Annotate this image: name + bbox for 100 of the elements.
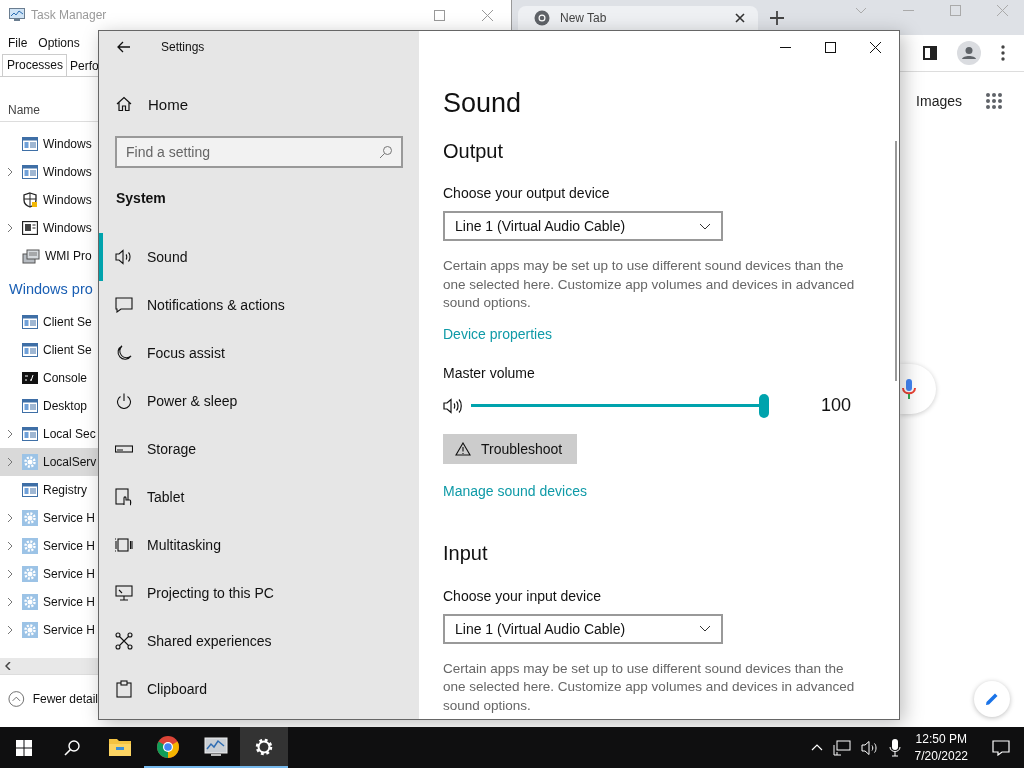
gear-icon (22, 622, 38, 638)
apps-grid-icon[interactable] (986, 93, 1002, 109)
process-row[interactable]: Client Se (0, 308, 98, 336)
volume-slider[interactable] (471, 393, 769, 418)
connections-icon (115, 632, 133, 650)
process-row[interactable]: Windows (0, 186, 98, 214)
multitasking-icon (115, 537, 133, 553)
chevron-icon[interactable] (7, 569, 13, 579)
process-row[interactable]: Service H (0, 504, 98, 532)
edit-button[interactable] (974, 681, 1010, 717)
process-row[interactable]: LocalServ (0, 448, 98, 476)
input-device-dropdown[interactable]: Line 1 (Virtual Audio Cable) (443, 613, 723, 644)
process-row[interactable]: Service H (0, 588, 98, 616)
taskbar-app[interactable] (240, 727, 288, 768)
nav-item[interactable]: Clipboard (99, 665, 419, 713)
time-text: 12:50 PM (915, 730, 967, 748)
process-row[interactable]: Service H (0, 560, 98, 588)
nav-item[interactable]: Sound (99, 233, 419, 281)
horizontal-scrollbar[interactable] (0, 658, 98, 674)
process-row[interactable]: Client Se (0, 336, 98, 364)
chevron-icon[interactable] (7, 541, 13, 551)
projector-icon (115, 585, 133, 601)
process-row[interactable]: Console (0, 364, 98, 392)
power-icon (115, 393, 133, 409)
nav-item[interactable]: Focus assist (99, 329, 419, 377)
process-row[interactable]: Windows (0, 214, 98, 242)
process-row[interactable]: Registry (0, 476, 98, 504)
process-row[interactable]: Service H (0, 616, 98, 644)
nav-item[interactable]: Storage (99, 425, 419, 473)
nav-item[interactable]: Notifications & actions (99, 281, 419, 329)
microphone-icon[interactable] (888, 738, 901, 757)
volume-icon[interactable] (860, 739, 879, 756)
home-link[interactable]: Home (99, 84, 419, 124)
gear-icon (22, 454, 38, 470)
notifications-icon[interactable] (992, 739, 1010, 756)
menu-item[interactable]: Options (38, 36, 80, 50)
nav-item[interactable]: Power & sleep (99, 377, 419, 425)
collapse-icon[interactable] (8, 690, 25, 708)
nav-item[interactable]: Multitasking (99, 521, 419, 569)
caret-up-icon[interactable] (810, 744, 823, 751)
chevron-icon[interactable] (7, 513, 13, 523)
app-window-icon (22, 315, 38, 329)
column-header[interactable]: Name (8, 103, 40, 117)
back-arrow-icon[interactable] (117, 41, 131, 53)
output-device-dropdown[interactable]: Line 1 (Virtual Audio Cable) (443, 211, 723, 241)
manage-sound-devices-link[interactable]: Manage sound devices (443, 482, 587, 499)
process-row[interactable]: Desktop (0, 392, 98, 420)
search-icon[interactable] (379, 145, 393, 159)
tablet-icon (115, 488, 133, 506)
vertical-scrollbar[interactable] (895, 141, 897, 381)
chevron-icon[interactable] (7, 167, 13, 177)
field-label: Master volume (443, 364, 535, 381)
windows-logo-icon (16, 739, 32, 756)
profile-avatar-icon[interactable] (957, 41, 981, 65)
voice-search-button[interactable] (900, 364, 936, 414)
gear-icon (22, 538, 38, 554)
server-icon (22, 248, 40, 264)
monitor-graph-icon (204, 736, 228, 757)
close-icon[interactable] (870, 41, 881, 53)
page-title: Sound (443, 87, 522, 119)
chevron-icon[interactable] (7, 457, 13, 467)
clock[interactable]: 12:50 PM 7/20/2022 (914, 730, 968, 765)
minimize-icon[interactable] (780, 46, 791, 48)
process-row[interactable]: Service H (0, 532, 98, 560)
description-text: Certain apps may be set up to use different sound devices than the one selected here. Customize app volumes and devices in advanced sound options. (443, 258, 855, 310)
nav-item[interactable]: Shared experiences (99, 617, 419, 665)
tab[interactable]: Processes (2, 54, 68, 76)
settings-icon (254, 736, 274, 757)
date-text: 7/20/2022 (914, 747, 968, 765)
nav-item[interactable]: Projecting to this PC (99, 569, 419, 617)
tab[interactable]: Perfo (67, 56, 102, 76)
console-icon (22, 372, 38, 384)
description-text: Certain apps may be set up to use different sound devices than the one selected here. Customize app volumes and devices in advanced sound options. (443, 660, 855, 713)
menu-icon[interactable] (1001, 45, 1005, 61)
process-row[interactable]: WMI Pro (0, 242, 98, 270)
app-window-icon (22, 137, 38, 151)
new-tab-icon[interactable] (770, 10, 784, 25)
nav-item[interactable]: Tablet (99, 473, 419, 521)
images-link[interactable]: Images (916, 93, 962, 109)
close-tab-icon[interactable] (735, 12, 745, 23)
folder-icon (108, 736, 132, 757)
troubleshoot-button[interactable]: Troubleshoot (443, 433, 577, 464)
network-icon[interactable] (832, 739, 851, 756)
window-title: Task Manager (31, 8, 107, 22)
chrome-logo-icon (156, 734, 180, 759)
process-row[interactable]: Windows (0, 158, 98, 186)
process-row[interactable]: Windows (0, 130, 98, 158)
menu-item[interactable]: File (8, 36, 28, 50)
scroll-left-icon[interactable] (5, 662, 11, 670)
chevron-icon[interactable] (7, 223, 13, 233)
chevron-icon[interactable] (7, 625, 13, 635)
search-field[interactable]: Find a setting (115, 136, 403, 168)
side-panel-icon[interactable] (923, 46, 937, 60)
chrome-logo-icon (534, 9, 550, 26)
browser-tab[interactable]: New Tab (518, 5, 758, 30)
chevron-icon[interactable] (7, 597, 13, 607)
chevron-icon[interactable] (7, 429, 13, 439)
process-row[interactable]: Local Sec (0, 420, 98, 448)
maximize-icon[interactable] (825, 41, 836, 53)
fewer-details-link[interactable]: Fewer detail (32, 692, 98, 706)
